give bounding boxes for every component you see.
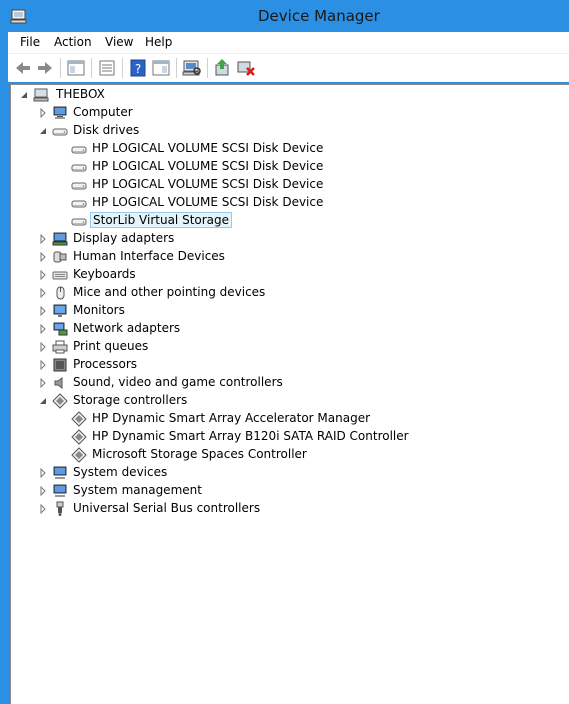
tree-item-label: Universal Serial Bus controllers [73,501,261,515]
network-adapter-icon [53,322,68,336]
forward-icon[interactable] [34,57,56,79]
expand-arrow-icon[interactable] [38,288,48,298]
tree-item-label: Storage controllers [73,393,188,407]
toolbar-separator [207,58,208,78]
tree-item-label: Sound, video and game controllers [73,375,283,389]
tree-item-label: Print queues [73,339,149,353]
menu-action[interactable]: Action [54,35,92,49]
tree-item-label: HP Dynamic Smart Array B120i SATA RAID C… [92,429,409,443]
collapse-arrow-icon[interactable] [38,396,48,406]
action-pane-icon[interactable] [150,57,172,79]
tree-item-label: Computer [73,105,133,119]
expand-arrow-icon[interactable] [38,360,48,370]
collapse-arrow-icon[interactable] [19,90,29,100]
menu-file[interactable]: File [20,35,40,49]
toolbar-separator [91,58,92,78]
expand-arrow-icon[interactable] [38,108,48,118]
menu-help[interactable]: Help [145,35,172,49]
tree-item-label: Processors [73,357,138,371]
tree-item-label: Display adapters [73,231,175,245]
disk-drive-icon [71,164,87,172]
expand-arrow-icon[interactable] [38,378,48,388]
svg-text:?: ? [135,62,141,76]
title-bar[interactable]: Device Manager [0,0,569,32]
storage-controller-icon [71,429,87,445]
tree-item-label: Disk drives [73,123,140,137]
expand-arrow-icon[interactable] [38,252,48,262]
processor-icon [53,358,67,372]
hid-icon [53,251,67,263]
disk-drive-icon [71,146,87,154]
tree-item-label: Network adapters [73,321,181,335]
tree-item-label: Human Interface Devices [73,249,225,263]
tree-item-label: System devices [73,465,168,479]
tree-item-label: Monitors [73,303,125,317]
expand-arrow-icon[interactable] [38,486,48,496]
disk-drive-icon [71,200,87,208]
mouse-icon [56,286,65,300]
tree-item-label: Microsoft Storage Spaces Controller [92,447,307,461]
tree-item-label: Keyboards [73,267,136,281]
computer-icon [53,106,67,119]
menu-bar: File Action View Help [8,32,569,54]
disk-drive-icon [52,128,68,136]
tree-item-label: HP LOGICAL VOLUME SCSI Disk Device [92,141,324,155]
window-title: Device Manager [258,7,380,25]
expand-arrow-icon[interactable] [38,234,48,244]
expand-arrow-icon[interactable] [38,504,48,514]
scan-hardware-icon[interactable] [181,57,203,79]
expand-arrow-icon[interactable] [38,306,48,316]
update-driver-icon[interactable] [212,57,234,79]
toolbar-separator [176,58,177,78]
device-manager-window: Device Manager File Action View Help ? T… [0,0,569,704]
toolbar-separator [60,58,61,78]
usb-icon [56,501,64,516]
tree-item-label: HP LOGICAL VOLUME SCSI Disk Device [92,177,324,191]
expand-arrow-icon[interactable] [38,270,48,280]
uninstall-icon[interactable] [235,57,257,79]
storage-controller-icon [52,393,68,409]
back-icon[interactable] [12,57,34,79]
disk-drive-icon [71,182,87,190]
tree-item-label: HP LOGICAL VOLUME SCSI Disk Device [92,195,324,209]
tree-item-label: System management [73,483,202,497]
tree-item-label: Mice and other pointing devices [73,285,266,299]
expand-arrow-icon[interactable] [38,324,48,334]
tree-item-label: HP LOGICAL VOLUME SCSI Disk Device [92,159,324,173]
help-icon[interactable]: ? [127,57,149,79]
collapse-arrow-icon[interactable] [38,126,48,136]
tree-item-label: HP Dynamic Smart Array Accelerator Manag… [92,411,371,425]
toolbar-separator [122,58,123,78]
storage-controller-icon [71,411,87,427]
disk-drive-icon [71,218,87,226]
tree-item-label: StorLib Virtual Storage [90,212,233,228]
display-adapter-icon [52,232,68,246]
tree-root-label: THEBOX [56,87,105,101]
system-devices-icon [53,466,67,479]
speaker-icon [54,377,63,389]
storage-controller-icon [71,447,87,463]
toolbar: ? [8,54,569,82]
monitor-icon [53,304,67,317]
expand-arrow-icon[interactable] [38,468,48,478]
keyboard-icon [52,271,68,280]
show-hide-tree-icon[interactable] [65,57,87,79]
computer-icon [33,88,49,102]
menu-view[interactable]: View [105,35,133,49]
properties-icon[interactable] [96,57,118,79]
expand-arrow-icon[interactable] [38,342,48,352]
printer-icon [52,340,68,354]
device-tree[interactable]: THEBOX Computer Disk drives HP LOGICAL VOL… [10,84,569,704]
system-devices-icon [53,484,67,497]
